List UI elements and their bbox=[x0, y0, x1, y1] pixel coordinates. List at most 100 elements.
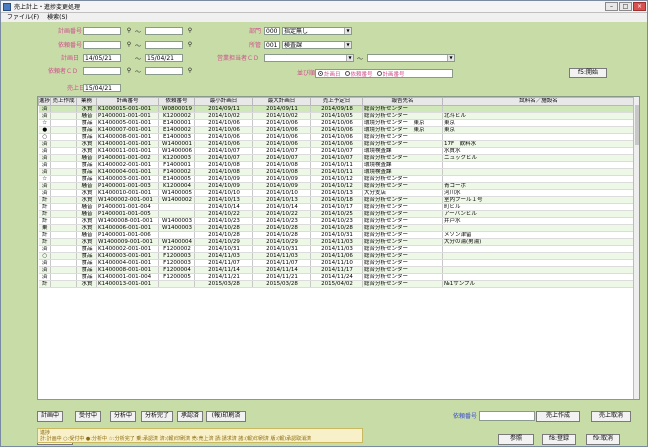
table-cell[interactable]: 北斗ビル bbox=[442, 112, 635, 120]
client-cd-from-search-icon[interactable]: ⚲ bbox=[125, 68, 133, 74]
table-cell[interactable]: 2014/10/28 bbox=[252, 231, 311, 239]
table-cell[interactable]: 2014/10/10 bbox=[252, 189, 311, 197]
table-cell[interactable]: 東京 bbox=[442, 126, 635, 134]
table-cell[interactable] bbox=[50, 196, 77, 204]
table-cell[interactable]: 総合分析センター bbox=[362, 238, 443, 246]
table-cell[interactable]: 2014/10/02 bbox=[194, 112, 253, 120]
table-cell[interactable]: 河川水 bbox=[442, 189, 635, 197]
table-cell[interactable]: 2014/10/28 bbox=[252, 224, 311, 232]
table-cell[interactable]: 計 bbox=[38, 238, 51, 246]
table-cell[interactable]: 2014/10/06 bbox=[252, 140, 311, 148]
table-cell[interactable]: K1200002 bbox=[158, 112, 195, 120]
table-cell[interactable]: W1400009-001-001 bbox=[96, 238, 159, 246]
table-cell[interactable] bbox=[50, 126, 77, 134]
table-cell[interactable]: 2014/10/10 bbox=[194, 189, 253, 197]
table-cell[interactable] bbox=[50, 119, 77, 127]
table-cell[interactable]: 騒音 bbox=[76, 182, 97, 190]
table-cell[interactable]: 2015/03/28 bbox=[194, 280, 253, 288]
table-cell[interactable]: 2014/10/07 bbox=[252, 147, 311, 155]
table-cell[interactable]: 食品 bbox=[76, 252, 97, 260]
table-cell[interactable]: 総合分析センター bbox=[362, 140, 443, 148]
grid-column-header[interactable]: 業務 bbox=[76, 97, 97, 106]
table-cell[interactable]: 2014/10/06 bbox=[252, 133, 311, 141]
table-cell[interactable] bbox=[442, 161, 635, 169]
dept-select[interactable]: 指定無し ▼ bbox=[282, 27, 352, 35]
radio-plan-no[interactable]: 計画番号 bbox=[376, 70, 405, 78]
table-cell[interactable] bbox=[50, 245, 77, 253]
table-cell[interactable]: 総合分析センター bbox=[362, 112, 443, 120]
table-row[interactable]: 乗水質 K1400006-001-001 W1400003 2014/10/28 201… bbox=[38, 224, 635, 232]
table-cell[interactable]: 水質 bbox=[76, 105, 97, 113]
table-cell[interactable]: K1400002-001-001 bbox=[96, 245, 159, 253]
table-cell[interactable]: K1400001-001-001 bbox=[96, 140, 159, 148]
table-cell[interactable]: W1400008-001-001 bbox=[96, 217, 159, 225]
status-planned-button[interactable]: 計画中 bbox=[37, 411, 63, 422]
table-cell[interactable]: 騒音 bbox=[76, 154, 97, 162]
table-cell[interactable]: 総合分析センター bbox=[362, 154, 443, 162]
table-cell[interactable]: 2014/10/12 bbox=[310, 175, 363, 183]
grid-column-header[interactable]: 最小計画日 bbox=[194, 97, 253, 106]
table-cell[interactable]: 総合分析センター bbox=[362, 217, 443, 225]
receipt-no-from-search-icon[interactable]: ⚲ bbox=[125, 42, 133, 48]
table-cell[interactable]: 計 bbox=[38, 231, 51, 239]
table-cell[interactable]: W0800019 bbox=[158, 105, 195, 113]
office-select[interactable]: 検査課 ▼ bbox=[282, 41, 352, 49]
table-row[interactable]: 済水質 K1400011-001-001 W1400006 2014/10/07 201… bbox=[38, 147, 635, 155]
table-cell[interactable]: 食品 bbox=[76, 245, 97, 253]
table-cell[interactable]: メゾン津留 bbox=[442, 231, 635, 239]
table-cell[interactable]: K1200004 bbox=[158, 182, 195, 190]
table-cell[interactable]: K1400013-001-001 bbox=[96, 280, 159, 288]
sales-rep-from-select[interactable]: ▼ bbox=[264, 54, 354, 62]
table-cell[interactable]: 総合分析センター bbox=[362, 280, 443, 288]
table-cell[interactable]: F1400001 bbox=[158, 161, 195, 169]
table-cell[interactable] bbox=[50, 203, 77, 211]
table-cell[interactable]: 2014/10/14 bbox=[252, 203, 311, 211]
radio-receipt-no[interactable]: 依頼番号 bbox=[344, 70, 373, 78]
table-cell[interactable]: 水質水 bbox=[442, 147, 635, 155]
table-cell[interactable]: 食品 bbox=[76, 133, 97, 141]
table-cell[interactable]: 2014/10/06 bbox=[194, 119, 253, 127]
table-cell[interactable]: 2014/10/28 bbox=[194, 231, 253, 239]
scrollbar-thumb[interactable] bbox=[635, 105, 639, 145]
table-cell[interactable] bbox=[50, 252, 77, 260]
grid-column-header[interactable]: 進捗 bbox=[38, 97, 51, 106]
table-cell[interactable]: 2014/10/06 bbox=[310, 140, 363, 148]
table-cell[interactable] bbox=[50, 133, 77, 141]
table-cell[interactable]: E1400001 bbox=[158, 119, 195, 127]
table-cell[interactable]: ☆ bbox=[38, 119, 51, 127]
table-cell[interactable] bbox=[50, 259, 77, 267]
table-cell[interactable]: 済 bbox=[38, 266, 51, 274]
status-approved-button[interactable]: 承認済 bbox=[177, 411, 203, 422]
table-cell[interactable]: 2014/10/08 bbox=[252, 168, 311, 176]
table-cell[interactable]: 総合分析センター bbox=[362, 133, 443, 141]
table-cell[interactable]: 17F 飲料水 bbox=[442, 140, 635, 148]
table-cell[interactable]: 2014/11/17 bbox=[310, 266, 363, 274]
table-cell[interactable]: K1400008-001-001 bbox=[96, 133, 159, 141]
table-cell[interactable] bbox=[158, 210, 195, 218]
table-cell[interactable]: 2014/10/29 bbox=[194, 238, 253, 246]
table-cell[interactable]: 2014/10/13 bbox=[252, 196, 311, 204]
table-cell[interactable]: K1200003 bbox=[158, 154, 195, 162]
table-row[interactable]: 済食品 K1400002-001-001 F1400001 2014/10/08 201… bbox=[38, 161, 635, 169]
table-cell[interactable]: K1400010-001-001 bbox=[96, 189, 159, 197]
create-sales-button[interactable]: 売上作成 bbox=[536, 411, 580, 422]
table-cell[interactable]: 水質 bbox=[76, 140, 97, 148]
table-row[interactable]: 済食品 K1400004-001-001 F1400002 2014/10/08 201… bbox=[38, 168, 635, 176]
table-cell[interactable] bbox=[50, 280, 77, 288]
table-cell[interactable]: K1400005-001-001 bbox=[96, 119, 159, 127]
grid-column-header[interactable]: 依頼番号 bbox=[158, 97, 195, 106]
table-cell[interactable] bbox=[442, 266, 635, 274]
table-cell[interactable]: 2014/11/03 bbox=[310, 245, 363, 253]
table-cell[interactable] bbox=[50, 217, 77, 225]
table-cell[interactable]: W1400005 bbox=[158, 189, 195, 197]
table-cell[interactable] bbox=[50, 266, 77, 274]
table-cell[interactable]: K1000015-001-001 bbox=[96, 105, 159, 113]
grid-column-header[interactable]: 売上予定日 bbox=[310, 97, 363, 106]
table-cell[interactable]: 計 bbox=[38, 203, 51, 211]
table-cell[interactable]: 2014/10/23 bbox=[310, 217, 363, 225]
sales-rep-to-select[interactable]: ▼ bbox=[367, 54, 455, 62]
table-cell[interactable]: K1400001-001-004 bbox=[96, 273, 159, 281]
table-cell[interactable]: 井戸水 bbox=[442, 217, 635, 225]
table-cell[interactable]: F1200004 bbox=[158, 266, 195, 274]
table-cell[interactable]: 2014/10/25 bbox=[310, 210, 363, 218]
